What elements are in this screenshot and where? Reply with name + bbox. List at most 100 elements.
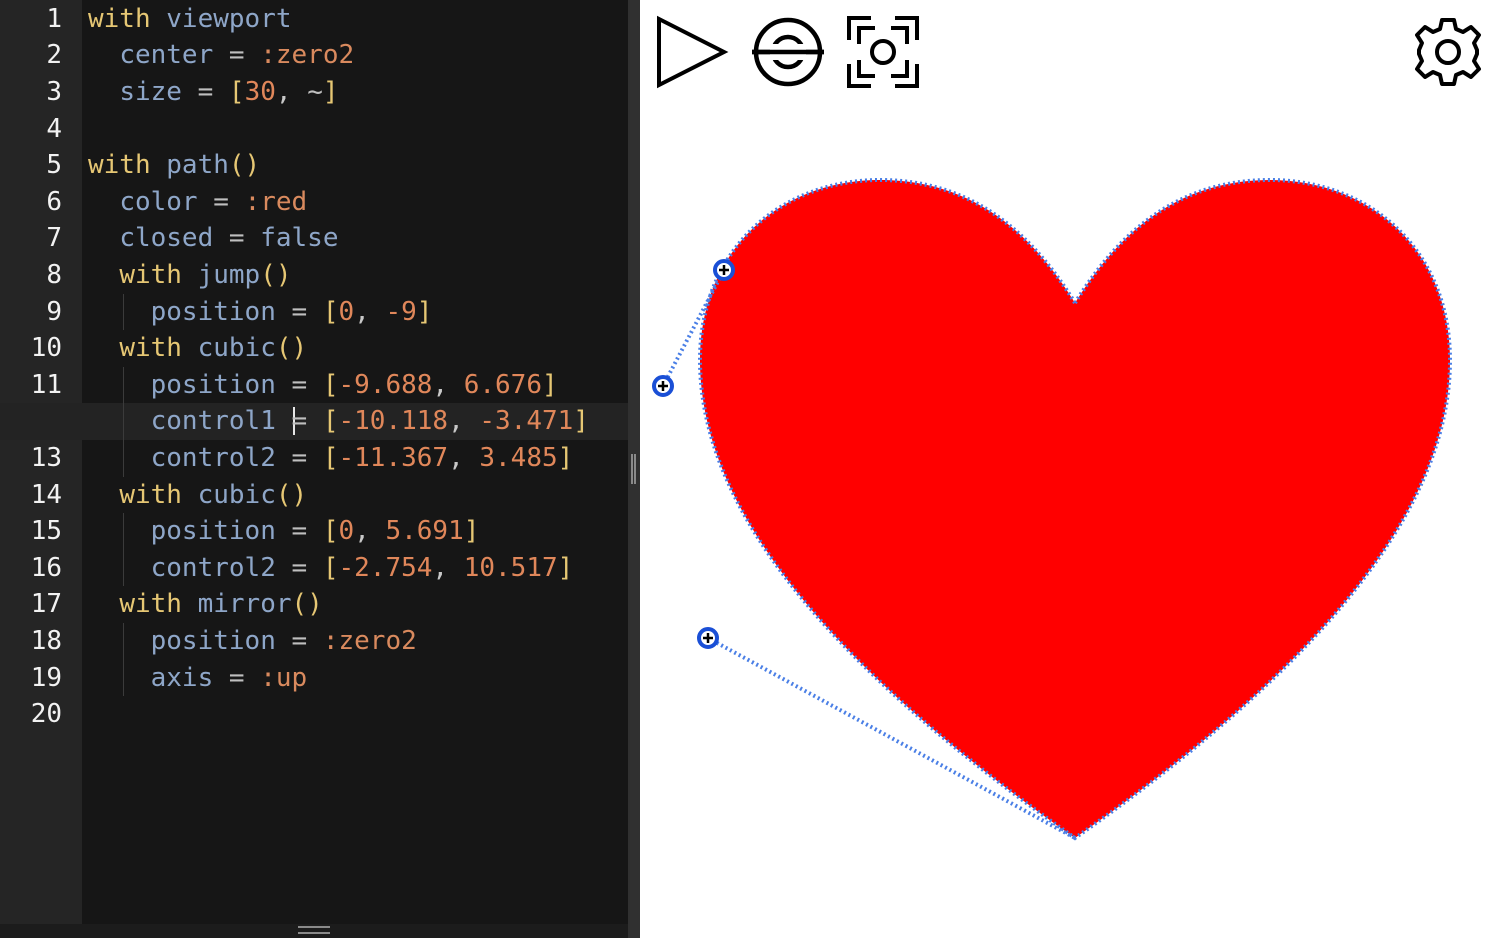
code-token: cubic: [197, 333, 276, 364]
code-token: =: [181, 77, 229, 107]
code-token: ,: [354, 516, 386, 547]
code-line[interactable]: control2 = [-2.754, 10.517]: [88, 550, 574, 587]
code-token: ]: [416, 296, 433, 327]
code-line[interactable]: with cubic(): [88, 477, 307, 514]
code-token: ,: [432, 369, 464, 400]
code-line[interactable]: position = [-9.688, 6.676]: [88, 367, 558, 404]
code-line[interactable]: closed = false: [88, 220, 338, 257]
code-token: -9: [385, 296, 417, 327]
code-token: ,: [448, 406, 480, 437]
split-divider[interactable]: [628, 0, 640, 938]
code-line[interactable]: with viewport: [88, 1, 292, 38]
code-token: =: [197, 186, 245, 217]
line-number: 3: [46, 77, 62, 107]
code-token: -2.754: [338, 552, 433, 583]
code-token: position: [150, 516, 276, 547]
code-token: 3.485: [479, 443, 558, 473]
code-token: -3.471: [479, 406, 574, 437]
code-token: control1: [150, 406, 276, 437]
line-number: 20: [30, 699, 62, 730]
handle-control2[interactable]: [697, 627, 719, 649]
code-token: center: [119, 40, 214, 71]
line-number: 19: [30, 662, 62, 693]
line-number: 13: [30, 443, 62, 473]
code-line[interactable]: axis = :up: [88, 660, 308, 697]
code-line[interactable]: size = [30, ~]: [88, 74, 339, 111]
line-number: 14: [30, 479, 62, 510]
code-token: :zero2: [322, 626, 417, 656]
code-token: axis: [150, 662, 214, 693]
code-token: size: [119, 77, 182, 107]
code-line[interactable]: center = :zero2: [88, 37, 354, 74]
code-token: viewport: [166, 3, 292, 34]
code-line[interactable]: with cubic(): [88, 330, 307, 367]
code-token: (): [228, 150, 261, 181]
code-token: (): [275, 333, 308, 364]
code-line[interactable]: control1 = [-10.118, -3.471]: [88, 403, 589, 440]
code-token: ,: [275, 77, 308, 107]
code-token: jump: [197, 260, 261, 290]
code-token: position: [150, 369, 276, 400]
code-token: :up: [260, 662, 308, 693]
code-token: =: [213, 223, 261, 254]
code-line[interactable]: position = [0, 5.691]: [88, 513, 480, 550]
code-line[interactable]: with jump(): [88, 257, 291, 294]
code-token: -10.118: [338, 406, 449, 437]
code-token: control2: [150, 443, 276, 473]
code-token: =: [275, 626, 323, 656]
line-number: 8: [46, 260, 62, 290]
handle-control-point[interactable]: [713, 259, 735, 281]
code-line[interactable]: position = :zero2: [88, 623, 417, 660]
code-token: ~: [307, 77, 323, 107]
code-editor[interactable]: 1234567891011121314151617181920 with vie…: [0, 0, 628, 938]
line-number: 16: [30, 552, 62, 583]
code-token: [: [322, 443, 339, 473]
code-token: ]: [542, 369, 558, 400]
canvas-view[interactable]: [640, 0, 1500, 938]
code-line[interactable]: position = [0, -9]: [88, 294, 433, 331]
code-token: [: [228, 77, 245, 107]
code-token: ,: [432, 552, 464, 583]
code-token: ]: [557, 552, 574, 583]
code-token: ]: [557, 443, 574, 473]
heart-path: [700, 180, 1450, 838]
code-token: with: [119, 333, 182, 364]
code-line[interactable]: with mirror(): [88, 586, 323, 623]
line-number-gutter: 1234567891011121314151617181920: [0, 0, 82, 938]
code-line[interactable]: color = :red: [88, 184, 307, 221]
code-token: ]: [463, 516, 480, 547]
split-grip-icon[interactable]: [631, 454, 636, 484]
bottom-resize-handle[interactable]: [298, 926, 330, 934]
scene-drawing: [652, 177, 1453, 841]
code-token: position: [150, 296, 276, 327]
line-number: 5: [46, 150, 62, 181]
code-line[interactable]: control2 = [-11.367, 3.485]: [88, 440, 574, 477]
code-token: [: [322, 296, 339, 327]
code-token: 6.676: [463, 369, 542, 400]
code-token: 0: [338, 516, 355, 547]
line-number: 9: [46, 296, 62, 327]
code-token: cubic: [197, 479, 276, 510]
line-number: 11: [30, 369, 62, 400]
code-token: ,: [448, 443, 480, 473]
code-token: ]: [322, 77, 339, 107]
code-token: [: [322, 516, 339, 547]
code-line[interactable]: with path(): [88, 147, 260, 184]
code-token: closed: [119, 223, 214, 254]
handle-control1[interactable]: [652, 375, 674, 397]
